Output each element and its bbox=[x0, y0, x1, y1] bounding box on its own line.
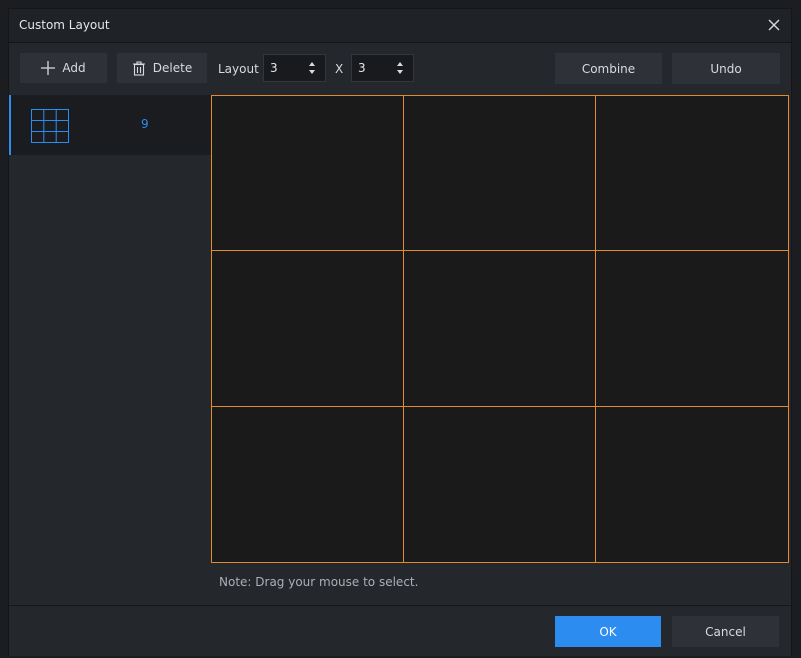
ok-button[interactable]: OK bbox=[555, 616, 661, 647]
grid-3x3-icon bbox=[31, 109, 69, 143]
title-bar: Custom Layout bbox=[9, 9, 791, 43]
layout-list-item[interactable]: 9 bbox=[9, 95, 211, 155]
trash-icon bbox=[132, 60, 145, 76]
toolbar: Add Delete Layout 3 X 3 Combine Undo bbox=[9, 43, 791, 95]
plus-icon bbox=[41, 61, 56, 75]
rows-value: 3 bbox=[270, 61, 278, 75]
grid-cell[interactable] bbox=[404, 96, 596, 252]
layout-window-count: 9 bbox=[141, 117, 149, 131]
add-button[interactable]: Add bbox=[20, 53, 107, 83]
delete-button[interactable]: Delete bbox=[117, 53, 207, 83]
undo-button[interactable]: Undo bbox=[672, 53, 780, 84]
dialog-title: Custom Layout bbox=[19, 18, 110, 32]
grid-cell[interactable] bbox=[212, 251, 404, 407]
spinner-arrows-icon[interactable] bbox=[395, 59, 405, 77]
rows-spinbox[interactable]: 3 bbox=[263, 54, 326, 82]
grid-cell[interactable] bbox=[404, 251, 596, 407]
cols-spinbox[interactable]: 3 bbox=[351, 54, 414, 82]
delete-label: Delete bbox=[152, 61, 193, 75]
grid-cell[interactable] bbox=[596, 407, 788, 562]
grid-cell[interactable] bbox=[596, 251, 788, 407]
grid-cell[interactable] bbox=[212, 406, 404, 562]
add-label: Add bbox=[62, 61, 86, 75]
spinner-arrows-icon[interactable] bbox=[307, 59, 317, 77]
layout-list: 9 bbox=[9, 95, 211, 605]
grid-cell[interactable] bbox=[404, 406, 596, 562]
layout-grid[interactable] bbox=[211, 95, 789, 563]
selection-note: Note: Drag your mouse to select. bbox=[219, 575, 419, 589]
cancel-button[interactable]: Cancel bbox=[672, 616, 779, 647]
custom-layout-dialog: Custom Layout Add Delete Layout 3 X 3 Co… bbox=[8, 8, 792, 656]
grid-cell[interactable] bbox=[596, 96, 788, 252]
close-button[interactable] bbox=[763, 14, 785, 36]
cols-value: 3 bbox=[358, 61, 366, 75]
dialog-footer: OK Cancel bbox=[9, 605, 791, 656]
selection-indicator bbox=[9, 95, 11, 155]
layout-label: Layout bbox=[218, 62, 259, 76]
combine-button[interactable]: Combine bbox=[555, 53, 662, 84]
x-label: X bbox=[335, 62, 344, 76]
close-icon bbox=[768, 19, 780, 31]
grid-cell[interactable] bbox=[212, 96, 404, 252]
